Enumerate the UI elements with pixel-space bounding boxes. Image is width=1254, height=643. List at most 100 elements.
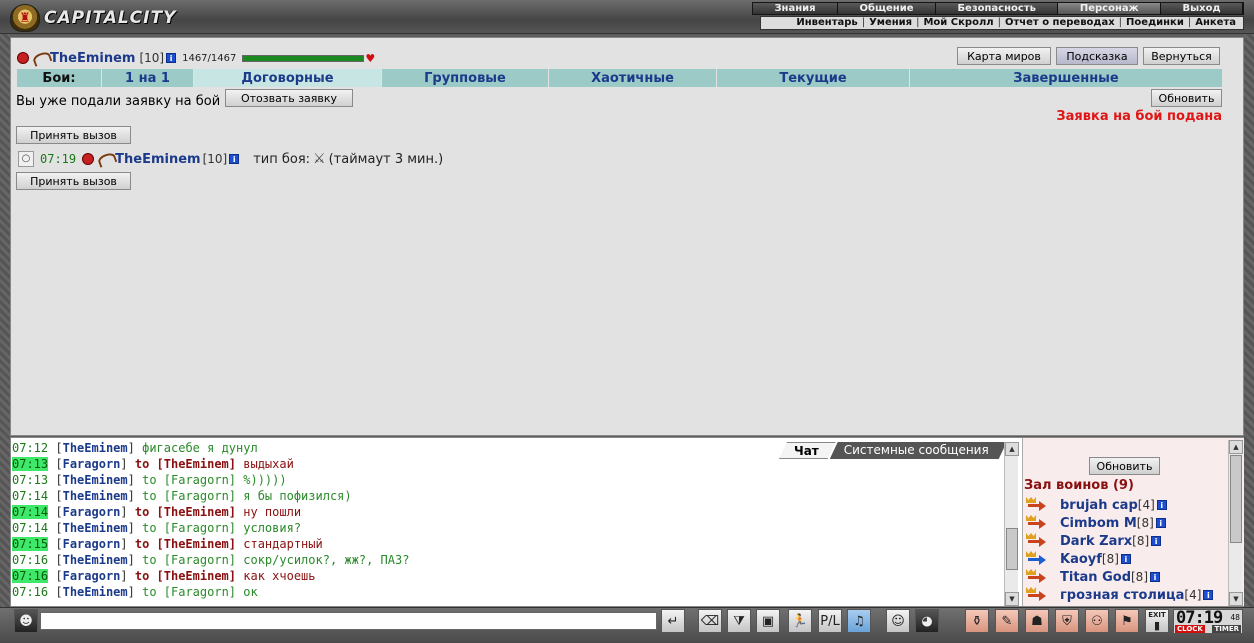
helmet-icon[interactable]: ◕ xyxy=(915,609,939,633)
scroll-icon[interactable]: ✎ xyxy=(995,609,1019,633)
attack-icon[interactable] xyxy=(1026,533,1048,548)
chat-sender[interactable]: Faragorn xyxy=(63,457,121,471)
user-name[interactable]: Cimbom M xyxy=(1060,516,1137,531)
menu-exit[interactable]: Выход xyxy=(1161,3,1244,14)
submenu-inventory[interactable]: Инвентарь xyxy=(793,17,860,29)
chat-recipient[interactable]: to [TheEminem] xyxy=(135,505,236,519)
chat-scrollbar[interactable]: ▲ ▼ xyxy=(1004,442,1019,606)
info-icon[interactable]: i xyxy=(1155,518,1166,528)
accept-challenge-button[interactable]: Принять вызов xyxy=(16,172,131,190)
inventory-icon[interactable]: ⚱ xyxy=(965,609,989,633)
timer-label[interactable]: TIMER xyxy=(1212,625,1241,633)
challenge-nick[interactable]: TheEminem xyxy=(115,152,200,167)
tab-system-messages[interactable]: Системные сообщения xyxy=(830,442,1007,459)
user-name[interactable]: грозная столица xyxy=(1060,588,1184,603)
flag-icon[interactable]: ⚑ xyxy=(1115,609,1139,633)
chat-recipient[interactable]: to [Faragorn] xyxy=(142,521,236,535)
users-scroll-up-icon[interactable]: ▲ xyxy=(1229,440,1243,454)
submenu-transfer-report[interactable]: Отчет о переводах xyxy=(1002,17,1118,29)
users-scroll-thumb[interactable] xyxy=(1230,455,1242,543)
chat-sender[interactable]: TheEminem xyxy=(63,585,128,599)
select-challenge-radio[interactable]: ○ xyxy=(18,151,34,167)
user-name[interactable]: Kaoyf xyxy=(1060,552,1102,567)
withdraw-request-button[interactable]: Отозвать заявку xyxy=(225,89,353,107)
tab-chat[interactable]: Чат xyxy=(779,442,836,459)
running-man-icon[interactable]: 🏃 xyxy=(788,609,812,633)
tab-current[interactable]: Текущие xyxy=(717,69,910,87)
info-icon[interactable]: i xyxy=(1150,572,1160,582)
menu-character[interactable]: Персонаж xyxy=(1058,3,1162,14)
submenu-skills[interactable]: Умения xyxy=(866,17,915,29)
exit-door-icon[interactable]: EXIT ▮ xyxy=(1145,609,1169,633)
chat-recipient[interactable]: to [Faragorn] xyxy=(142,553,236,567)
chat-sender[interactable]: TheEminem xyxy=(63,473,128,487)
chat-sender[interactable]: TheEminem xyxy=(63,521,128,535)
challenge-clan-icon[interactable] xyxy=(82,153,95,165)
chat-sender[interactable]: Faragorn xyxy=(63,569,121,583)
chat-sender[interactable]: Faragorn xyxy=(63,505,121,519)
refresh-button[interactable]: Обновить xyxy=(1151,89,1222,107)
clan-icon[interactable] xyxy=(17,52,29,64)
users-scrollbar[interactable]: ▲ ▼ xyxy=(1228,440,1243,606)
clock-label[interactable]: CLOCK xyxy=(1175,625,1205,633)
hint-button[interactable]: Подсказка xyxy=(1056,47,1138,65)
smile-head-icon[interactable]: ☻ xyxy=(14,609,38,633)
tab-chaotic[interactable]: Хаотичные xyxy=(549,69,717,87)
chat-scroll-thumb[interactable] xyxy=(1006,528,1018,570)
user-name[interactable]: Titan God xyxy=(1060,570,1131,585)
chat-recipient[interactable]: to [TheEminem] xyxy=(135,457,236,471)
chat-recipient[interactable]: to [TheEminem] xyxy=(135,569,236,583)
back-button[interactable]: Вернуться xyxy=(1143,47,1220,65)
chat-sender[interactable]: TheEminem xyxy=(63,489,128,503)
filter-icon[interactable]: ⧩ xyxy=(727,609,751,633)
info-icon[interactable]: i xyxy=(1156,500,1167,510)
user-name[interactable]: brujah cap xyxy=(1060,498,1138,513)
menu-security[interactable]: Безопасность xyxy=(935,3,1059,14)
chat-sender[interactable]: TheEminem xyxy=(63,441,128,455)
attack-icon[interactable] xyxy=(1026,587,1048,602)
private-line-icon[interactable]: P/L xyxy=(818,609,842,633)
info-icon[interactable]: i xyxy=(1120,554,1131,564)
tab-finished[interactable]: Завершенные xyxy=(910,69,1222,87)
chat-sender[interactable]: TheEminem xyxy=(63,553,128,567)
music-icon[interactable]: ♫ xyxy=(847,609,871,633)
menu-communication[interactable]: Общение xyxy=(838,3,936,14)
save-log-icon[interactable]: ▣ xyxy=(756,609,780,633)
eraser-icon[interactable]: ⌫ xyxy=(698,609,722,633)
scroll-down-icon[interactable]: ▼ xyxy=(1005,592,1019,606)
attack-icon[interactable] xyxy=(1026,569,1048,584)
tab-one-on-one[interactable]: 1 на 1 xyxy=(102,69,194,87)
logo[interactable]: ♜ CAPITALCITY xyxy=(10,4,176,32)
info-icon[interactable]: i xyxy=(1203,590,1214,600)
menu-knowledge[interactable]: Знания xyxy=(753,3,839,14)
player-nick[interactable]: TheEminem xyxy=(50,51,135,66)
world-map-button[interactable]: Карта миров xyxy=(957,47,1051,65)
info-icon[interactable]: i xyxy=(166,53,177,63)
attack-icon[interactable] xyxy=(1026,515,1048,530)
smiley-icon[interactable]: ☺ xyxy=(886,609,910,633)
group-icon[interactable]: ⚇ xyxy=(1085,609,1109,633)
character-icon[interactable]: ☗ xyxy=(1025,609,1049,633)
submenu-duels[interactable]: Поединки xyxy=(1123,17,1187,29)
challenge-info-icon[interactable]: i xyxy=(229,154,240,164)
chat-input[interactable] xyxy=(40,612,657,630)
accept-challenge-button-top[interactable]: Принять вызов xyxy=(16,126,131,144)
armor-icon[interactable]: ⛨ xyxy=(1055,609,1079,633)
attack-icon[interactable] xyxy=(1026,497,1048,512)
submenu-profile[interactable]: Анкета xyxy=(1192,17,1239,29)
tab-group[interactable]: Групповые xyxy=(382,69,549,87)
chat-sender[interactable]: Faragorn xyxy=(63,537,121,551)
chat-recipient[interactable]: to [Faragorn] xyxy=(142,473,236,487)
tab-contract[interactable]: Договорные xyxy=(194,69,382,87)
chat-recipient[interactable]: to [Faragorn] xyxy=(142,489,236,503)
send-enter-icon[interactable]: ↵ xyxy=(661,609,685,633)
scroll-up-icon[interactable]: ▲ xyxy=(1005,442,1019,456)
clan-attack-icon[interactable] xyxy=(1026,551,1048,566)
submenu-my-scroll[interactable]: Мой Скролл xyxy=(920,17,996,29)
info-icon[interactable]: i xyxy=(1151,536,1162,546)
user-name[interactable]: Dark Zarx xyxy=(1060,534,1132,549)
chat-recipient[interactable]: to [TheEminem] xyxy=(135,537,236,551)
chat-recipient[interactable]: to [Faragorn] xyxy=(142,585,236,599)
users-refresh-button[interactable]: Обновить xyxy=(1089,457,1160,475)
users-scroll-down-icon[interactable]: ▼ xyxy=(1229,592,1243,606)
